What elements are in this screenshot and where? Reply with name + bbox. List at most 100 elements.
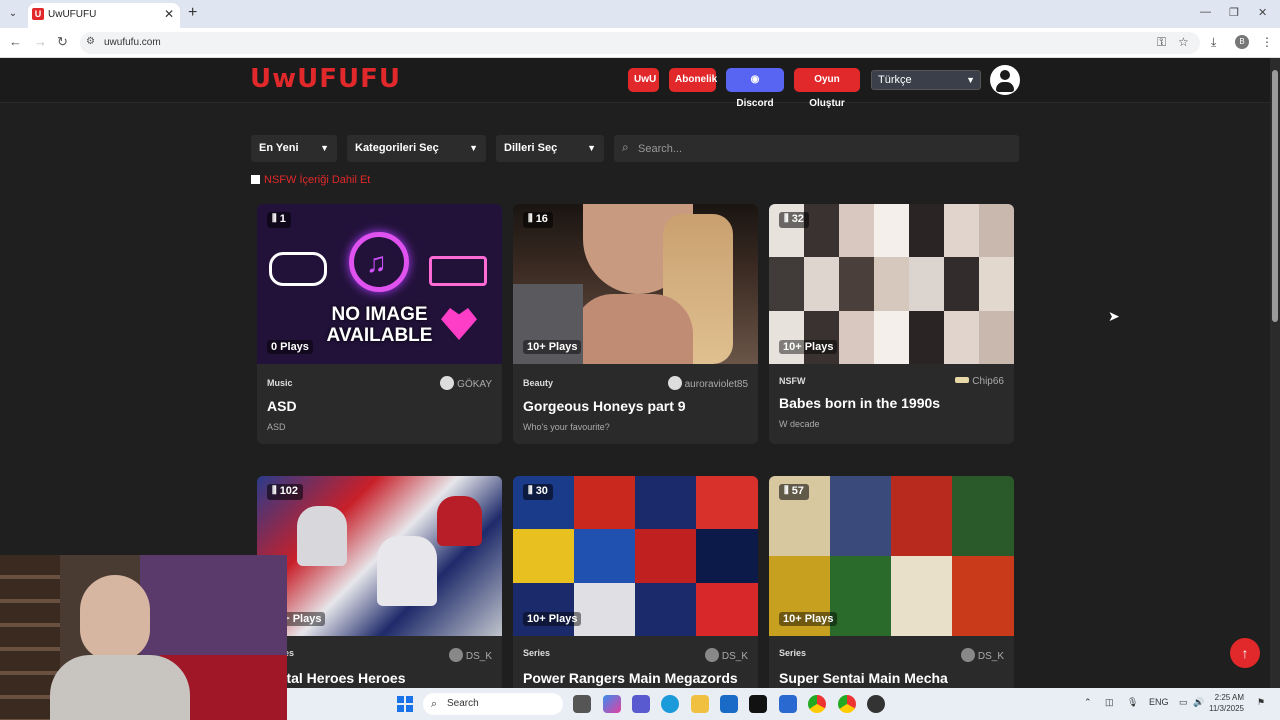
taskbar-search-label: Search	[447, 698, 479, 709]
game-card[interactable]: ⫴ 30 10+ Plays Series DS_K Power Rangers…	[513, 476, 758, 688]
reload-icon[interactable]: ↻	[57, 34, 68, 50]
author-avatar	[955, 377, 970, 383]
subscription-button[interactable]: Abonelik	[669, 68, 717, 92]
download-icon[interactable]: ⤓	[1211, 35, 1216, 50]
card-author[interactable]: GÖKAY	[440, 376, 492, 390]
game-card[interactable]: ♫ NO IMAGE AVAILABLE ⫴ 1 0 Plays Music G…	[257, 204, 502, 444]
tab-title: UwUFUFU	[48, 9, 97, 20]
card-description: Who's your favourite?	[523, 422, 610, 432]
language-indicator[interactable]: ENG	[1149, 697, 1169, 707]
windows-start-icon[interactable]	[397, 696, 413, 712]
card-category: Music	[267, 378, 293, 388]
scrollbar-thumb[interactable]	[1272, 70, 1278, 322]
network-icon[interactable]: ▭	[1179, 697, 1188, 708]
page-scrollbar[interactable]	[1270, 58, 1280, 688]
taskbar-search[interactable]: ⌕ Search	[423, 693, 563, 715]
tray-chevron-icon[interactable]: ⌃	[1084, 697, 1092, 708]
site-info-icon[interactable]: ⚙	[86, 36, 95, 47]
card-title[interactable]: Metal Heroes Heroes	[267, 670, 406, 686]
microphone-icon[interactable]: 🎙	[1127, 697, 1138, 708]
chrome-profile-icon[interactable]	[838, 695, 856, 713]
game-card[interactable]: ⫴ 16 10+ Plays Beauty auroraviolet85 Gor…	[513, 204, 758, 444]
file-explorer-icon[interactable]	[691, 695, 709, 713]
card-thumbnail: ♫ NO IMAGE AVAILABLE ⫴ 1 0 Plays	[257, 204, 502, 364]
password-key-icon[interactable]: ⚿	[1157, 35, 1166, 50]
card-author[interactable]: DS_K	[704, 648, 748, 662]
notification-icon[interactable]: ⚑	[1257, 697, 1265, 708]
author-name: auroraviolet85	[684, 379, 748, 390]
close-window-icon[interactable]: ✕	[1258, 6, 1267, 19]
nsfw-checkbox[interactable]	[251, 175, 260, 184]
robot-row	[513, 529, 758, 583]
card-author[interactable]: DS_K	[960, 648, 1004, 662]
item-count-badge: ⫴ 16	[523, 212, 553, 228]
item-count-badge: ⫴ 57	[779, 484, 809, 500]
close-tab-icon[interactable]: ✕	[164, 7, 174, 21]
search-input[interactable]	[638, 139, 1008, 158]
taskbar-clock[interactable]: 2:25 AM 11/3/2025	[1209, 692, 1244, 714]
card-description: W decade	[779, 419, 820, 429]
card-author[interactable]: DS_K	[448, 648, 492, 662]
game-card[interactable]: ⫴ 102 10+ Plays Series DS_K Metal Heroes…	[257, 476, 502, 688]
app-icon[interactable]	[867, 695, 885, 713]
cards-icon: ⫴	[784, 213, 792, 225]
tiktok-icon[interactable]	[749, 695, 767, 713]
author-name: Chip66	[972, 376, 1004, 387]
card-author[interactable]: Chip66	[955, 376, 1004, 387]
language-filter-select[interactable]: Dilleri Seç ▼	[496, 135, 604, 162]
profile-avatar[interactable]: B	[1235, 35, 1249, 49]
forward-icon[interactable]: →	[34, 34, 47, 49]
outlook-icon[interactable]	[720, 695, 738, 713]
category-select[interactable]: Kategorileri Seç ▼	[347, 135, 486, 162]
discord-button[interactable]: ◉ Discord	[726, 68, 784, 109]
minimize-icon[interactable]: —	[1200, 6, 1211, 18]
restore-icon[interactable]: ❐	[1229, 6, 1239, 19]
sort-select[interactable]: En Yeni ▼	[251, 135, 337, 162]
user-account-icon[interactable]	[990, 65, 1020, 95]
card-title[interactable]: Gorgeous Honeys part 9	[523, 398, 686, 414]
uwu-button[interactable]: UwU	[628, 68, 659, 92]
teams-icon[interactable]	[632, 695, 650, 713]
new-tab-button[interactable]: +	[188, 4, 197, 22]
tray-app-icon[interactable]: ◫	[1105, 697, 1114, 708]
scroll-to-top-button[interactable]: ↑	[1230, 638, 1260, 668]
nsfw-label: NSFW İçeriği Dahil Et	[264, 174, 371, 186]
author-avatar	[667, 376, 682, 390]
task-view-icon[interactable]	[573, 695, 591, 713]
nsfw-toggle[interactable]: NSFW İçeriği Dahil Et	[251, 174, 370, 186]
uwufufu-favicon-icon: U	[32, 8, 44, 20]
volume-icon[interactable]: 🔊	[1193, 697, 1204, 708]
cards-icon: ⫴	[528, 485, 536, 497]
card-author[interactable]: auroraviolet85	[667, 376, 748, 390]
card-thumbnail: ⫴ 16 10+ Plays	[513, 204, 758, 364]
game-card[interactable]: ⫴ 32 10+ Plays NSFW Chip66 Babes born in…	[769, 204, 1014, 444]
tab-search-chevron-icon[interactable]: ⌄	[4, 5, 22, 23]
chevron-down-icon: ▼	[587, 143, 596, 153]
back-icon[interactable]: ←	[9, 34, 22, 49]
card-title[interactable]: Super Sentai Main Mecha	[779, 670, 948, 686]
sort-value: En Yeni	[259, 142, 299, 154]
browser-tab[interactable]: U UwUFUFU ✕	[28, 3, 180, 28]
create-game-button[interactable]: Oyun Oluştur	[794, 68, 860, 109]
card-title[interactable]: Power Rangers Main Megazords	[523, 670, 738, 686]
copilot-icon[interactable]	[603, 695, 621, 713]
store-icon[interactable]	[779, 695, 797, 713]
language-value: Türkçe	[878, 74, 912, 86]
cards-icon: ⫴	[272, 485, 280, 497]
card-title[interactable]: ASD	[267, 398, 297, 414]
chrome-icon[interactable]	[808, 695, 826, 713]
browser-menu-icon[interactable]: ⋮	[1261, 35, 1273, 49]
hero-helmet	[437, 496, 482, 546]
bookmark-star-icon[interactable]: ☆	[1178, 35, 1189, 49]
site-logo[interactable]: UwUFUFU	[250, 64, 401, 94]
language-select[interactable]: Türkçe ▼	[871, 70, 981, 90]
game-card[interactable]: ⫴ 57 10+ Plays Series DS_K Super Sentai …	[769, 476, 1014, 688]
cards-icon: ⫴	[528, 213, 536, 225]
url-field[interactable]: ⚙ uwufufu.com	[80, 32, 1200, 54]
discord-label: Discord	[736, 98, 774, 109]
item-count: 1	[279, 213, 286, 225]
webcam-overlay	[0, 555, 287, 720]
music-note-icon: ♫	[349, 232, 409, 292]
edge-icon[interactable]	[661, 695, 679, 713]
card-title[interactable]: Babes born in the 1990s	[779, 395, 940, 411]
